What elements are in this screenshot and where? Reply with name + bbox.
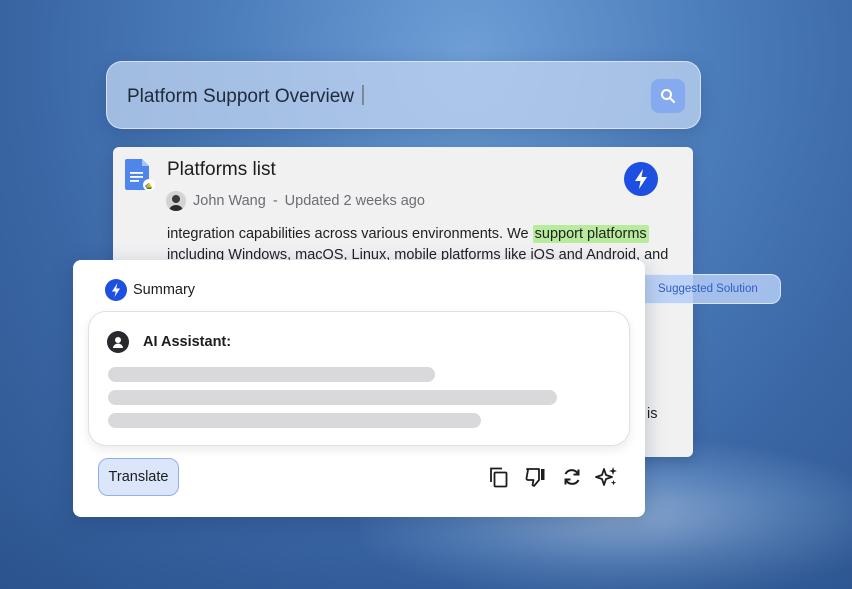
search-button[interactable] — [651, 79, 685, 113]
meta-separator: - — [272, 193, 278, 209]
loading-line — [108, 413, 481, 428]
author-avatar — [166, 191, 186, 211]
ai-enhance-button[interactable] — [595, 465, 619, 489]
copy-button[interactable] — [487, 465, 511, 489]
body-text-tail: is — [647, 406, 658, 422]
author-name: John Wang — [193, 193, 266, 209]
google-doc-icon — [125, 159, 155, 191]
copy-icon — [490, 467, 508, 488]
ai-assistant-avatar — [107, 331, 129, 353]
summary-panel: Summary AI Assistant: Translate — [73, 260, 645, 517]
dislike-button[interactable] — [524, 465, 548, 489]
regenerate-icon — [564, 469, 580, 485]
search-input[interactable]: Platform Support Overview — [127, 85, 365, 108]
translate-button[interactable]: Translate — [98, 458, 179, 496]
sparkle-icon — [595, 467, 617, 486]
body-text-start: integration capabilities across various … — [167, 226, 533, 242]
loading-line — [108, 390, 557, 405]
assistant-icon — [113, 337, 123, 348]
document-meta: John Wang - Updated 2 weeks ago — [166, 190, 425, 212]
ai-assistant-header: AI Assistant: — [107, 331, 231, 353]
loading-line — [108, 367, 435, 382]
suggested-solution-label: Suggested Solution — [658, 283, 758, 295]
regenerate-button[interactable] — [560, 465, 584, 489]
text-caret — [362, 85, 365, 105]
search-bar[interactable]: Platform Support Overview — [106, 61, 701, 129]
search-icon — [661, 89, 676, 104]
bolt-icon[interactable] — [624, 162, 658, 196]
bolt-icon — [105, 279, 127, 301]
search-query: Platform Support Overview — [127, 86, 355, 107]
document-title[interactable]: Platforms list — [167, 159, 276, 181]
ai-response-card: AI Assistant: — [88, 311, 630, 446]
ai-assistant-label: AI Assistant: — [143, 334, 232, 350]
dislike-icon — [525, 468, 545, 487]
summary-header: Summary — [105, 279, 195, 301]
updated-time: Updated 2 weeks ago — [284, 193, 425, 209]
highlighted-text: support platforms — [532, 225, 649, 243]
summary-title: Summary — [133, 282, 196, 298]
